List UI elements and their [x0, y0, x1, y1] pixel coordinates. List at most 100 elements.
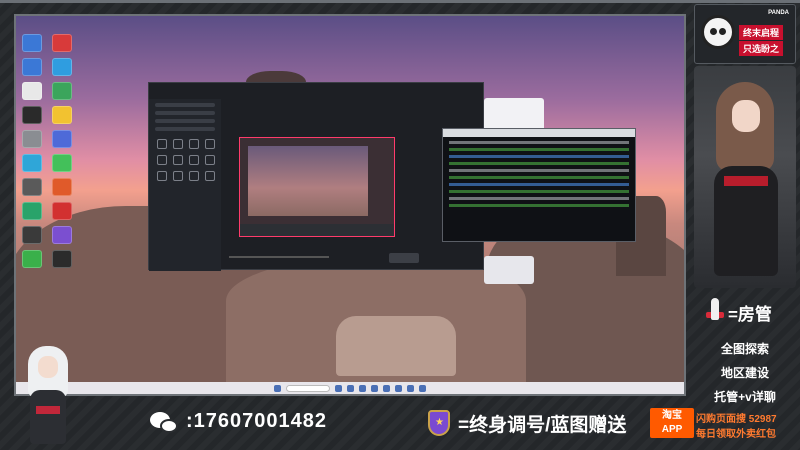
sidebar-row — [155, 119, 215, 123]
taskbar-app-icon[interactable] — [395, 384, 402, 392]
taobao-line-1: 淘宝 — [662, 410, 682, 421]
desktop-shortcut-icon[interactable] — [22, 106, 42, 124]
service-item: 地区建设 — [720, 366, 769, 380]
app-sidebar — [149, 99, 221, 271]
tool-icon[interactable] — [173, 139, 183, 149]
banner: PANDA 终末启程 只选盼之 — [694, 4, 796, 64]
desktop-shortcut-icon[interactable] — [52, 82, 72, 100]
sidebar-row — [155, 103, 215, 107]
wallpaper-rock — [336, 316, 456, 376]
desktop-shortcut-icon[interactable] — [52, 130, 72, 148]
desktop-shortcut-icon[interactable] — [22, 130, 42, 148]
taskbar-app-icon[interactable] — [407, 384, 414, 392]
console-line — [449, 197, 629, 200]
desktop-icons — [22, 34, 80, 268]
console-line — [449, 190, 629, 193]
desktop-shortcut-icon[interactable] — [52, 34, 72, 52]
desktop-shortcut-icon[interactable] — [22, 58, 42, 76]
taskbar-app-icon[interactable] — [419, 384, 426, 392]
tool-icon[interactable] — [189, 171, 199, 181]
wechat-icon — [150, 410, 180, 436]
console-line — [449, 155, 629, 158]
right-panel: PANDA 终末启程 只选盼之 =房管 全图探索 地区建设 托管+v详聊 — [690, 0, 800, 450]
start-icon[interactable] — [274, 384, 281, 392]
tool-icon[interactable] — [205, 155, 215, 165]
desktop-shortcut-icon[interactable] — [22, 250, 42, 268]
console-line — [449, 162, 629, 165]
tool-icon[interactable] — [205, 139, 215, 149]
taskbar — [16, 382, 684, 394]
promo-line-1: 闪购页面搜 52987 — [696, 414, 777, 425]
promo-text: 闪购页面搜 52987 每日领取外卖红包 — [696, 410, 796, 440]
preview-scene — [248, 146, 368, 216]
desktop-shortcut-icon[interactable] — [22, 34, 42, 52]
wechat-bubble — [160, 419, 178, 433]
desktop-shortcut-icon[interactable] — [22, 202, 42, 220]
popup-window[interactable] — [484, 256, 534, 284]
taskbar-search[interactable] — [286, 384, 330, 392]
stream-frame: PANDA 终末启程 只选盼之 =房管 全图探索 地区建设 托管+v详聊:17… — [0, 0, 800, 450]
brand-tag: PANDA — [768, 10, 789, 16]
desktop-shortcut-icon[interactable] — [22, 226, 42, 244]
volume-slider[interactable] — [229, 256, 329, 258]
console-line — [449, 169, 629, 172]
tool-icon[interactable] — [205, 171, 215, 181]
console-line — [449, 204, 629, 207]
contact-number: :17607001482 — [186, 410, 328, 432]
taskbar-app-icon[interactable] — [359, 384, 366, 392]
console-line — [449, 141, 629, 144]
taobao-badge: 淘宝 APP — [650, 408, 694, 438]
desktop-shortcut-icon[interactable] — [52, 58, 72, 76]
start-stream-button[interactable] — [389, 253, 419, 263]
frame-accent — [0, 0, 800, 3]
rocket-icon — [704, 298, 726, 324]
desktop-shortcut-icon[interactable] — [52, 250, 72, 268]
desktop-shortcut-icon[interactable] — [22, 154, 42, 172]
desktop-shortcut-icon[interactable] — [22, 82, 42, 100]
console-window[interactable] — [442, 128, 636, 242]
preview-overlay-bar — [240, 224, 394, 236]
badge-icon: ★ — [424, 408, 454, 438]
tool-icon[interactable] — [157, 155, 167, 165]
desktop-shortcut-icon[interactable] — [22, 178, 42, 196]
rocket-body — [711, 298, 719, 320]
console-line — [449, 176, 629, 179]
tool-icon[interactable] — [157, 171, 167, 181]
tool-icon[interactable] — [189, 139, 199, 149]
service-item: 托管+v详聊 — [714, 390, 776, 404]
mascot-illustration — [14, 346, 84, 446]
taskbar-app-icon[interactable] — [383, 384, 390, 392]
tool-icon[interactable] — [189, 155, 199, 165]
sidebar-row — [155, 111, 215, 115]
desktop-capture — [14, 14, 686, 396]
app-controls — [229, 253, 469, 263]
taskbar-app-icon[interactable] — [347, 384, 354, 392]
sidebar-row — [155, 127, 215, 131]
taskbar-app-icon[interactable] — [371, 384, 378, 392]
tool-icon[interactable] — [157, 139, 167, 149]
service-title: =房管 — [728, 305, 772, 324]
banner-line-2: 只选盼之 — [739, 41, 784, 56]
desktop-shortcut-icon[interactable] — [52, 202, 72, 220]
desktop-shortcut-icon[interactable] — [52, 178, 72, 196]
desktop-shortcut-icon[interactable] — [52, 106, 72, 124]
streaming-app-window[interactable] — [148, 82, 484, 271]
sidebar-tool-grid — [149, 135, 221, 185]
promo-line-2: 每日领取外卖红包 — [696, 429, 776, 440]
desktop-shortcut-icon[interactable] — [52, 154, 72, 172]
character-accent — [724, 176, 768, 186]
tool-icon[interactable] — [173, 155, 183, 165]
stream-preview[interactable] — [239, 137, 395, 237]
tool-icon[interactable] — [173, 171, 183, 181]
console-line — [449, 183, 629, 186]
bottom-bar: :17607001482 ★ =终身调号/蓝图赠送 — [86, 400, 688, 446]
taskbar-app-icon[interactable] — [335, 384, 342, 392]
console-titlebar — [443, 129, 635, 137]
mascot-accent — [36, 406, 60, 414]
mascot-body — [30, 390, 66, 444]
character-illustration — [694, 66, 796, 288]
slogan: =终身调号/蓝图赠送 — [458, 415, 627, 436]
badge-star: ★ — [435, 417, 444, 428]
desktop-shortcut-icon[interactable] — [52, 226, 72, 244]
panda-icon — [701, 15, 735, 49]
